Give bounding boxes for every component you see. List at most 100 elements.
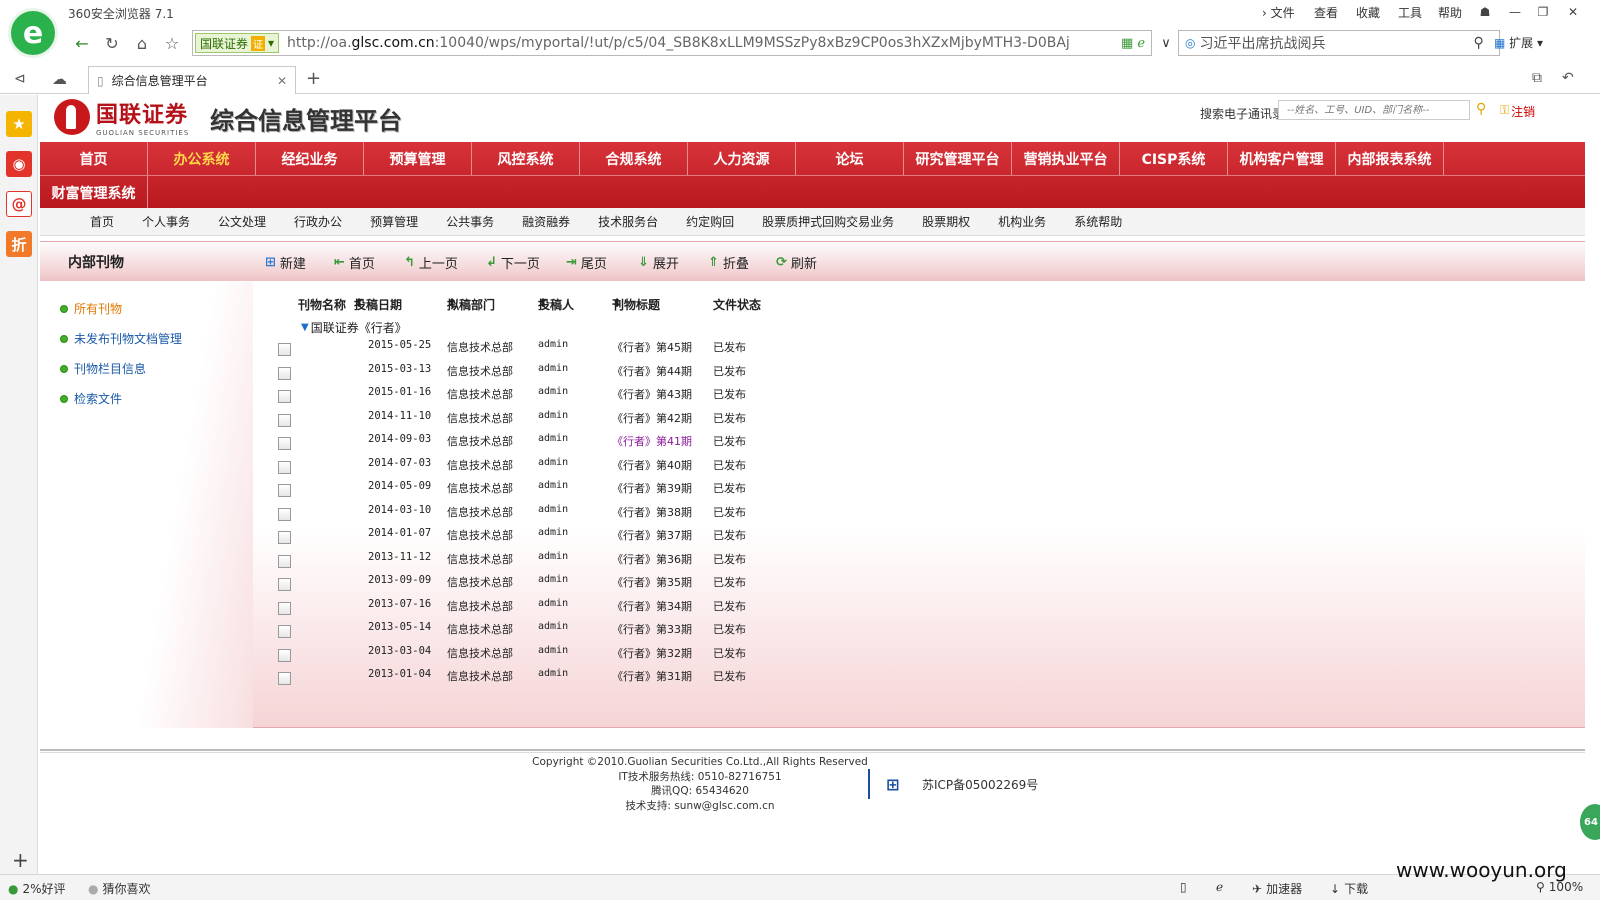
address-bar[interactable]: 国联证券证 ▾ http://oa.glsc.com.cn:10040/wps/m… (192, 30, 1152, 56)
row-title-link[interactable]: 《行者》第40期 (612, 457, 692, 473)
phone-icon[interactable]: ▯ (1180, 880, 1187, 894)
tab-list-icon[interactable]: ⧉ (1532, 70, 1542, 86)
main-nav-item[interactable]: 财富管理系统 (40, 176, 148, 209)
home-icon[interactable]: ⌂ (128, 29, 156, 57)
row-title-link[interactable]: 《行者》第34期 (612, 598, 692, 614)
weibo-icon[interactable]: ◉ (6, 151, 32, 177)
sub-nav-item[interactable]: 首页 (76, 213, 128, 230)
sub-nav-item[interactable]: 公文处理 (204, 213, 280, 230)
main-nav-item[interactable]: 机构客户管理 (1228, 142, 1336, 175)
menu-tools[interactable]: 工具 (1398, 4, 1422, 21)
row-checkbox[interactable] (278, 625, 291, 638)
qr-icon[interactable]: ▦ (1121, 36, 1133, 51)
menu-help[interactable]: 帮助 (1438, 4, 1462, 21)
row-title-link[interactable]: 《行者》第35期 (612, 574, 692, 590)
sub-nav-item[interactable]: 融资融券 (508, 213, 584, 230)
search-input[interactable] (1199, 35, 1470, 51)
sub-nav-item[interactable]: 股票质押式回购交易业务 (748, 213, 908, 230)
main-nav-item[interactable]: 人力资源 (688, 142, 796, 175)
row-title-link[interactable]: 《行者》第39期 (612, 480, 692, 496)
search-icon[interactable]: ⚲ (1473, 35, 1483, 51)
download-button[interactable]: ↓ 下载 (1330, 880, 1368, 897)
main-nav-item[interactable]: 合规系统 (580, 142, 688, 175)
row-checkbox[interactable] (278, 390, 291, 403)
row-checkbox[interactable] (278, 413, 291, 427)
sub-nav-item[interactable]: 约定购回 (672, 213, 748, 230)
back-icon[interactable]: ← (68, 29, 96, 57)
collapse-button[interactable]: ⇑ 折叠 (708, 253, 749, 272)
directory-search-input[interactable] (1278, 100, 1470, 120)
main-nav-item[interactable]: 经纪业务 (256, 142, 364, 175)
row-checkbox[interactable] (278, 484, 291, 497)
prev-page-button[interactable]: ↰ 上一页 (404, 253, 458, 272)
main-nav-item[interactable]: 办公系统 (148, 142, 256, 175)
sub-nav-item[interactable]: 技术服务台 (584, 213, 672, 230)
skin-icon[interactable]: ☗ (1472, 2, 1498, 22)
main-nav-item[interactable]: 论坛 (796, 142, 904, 175)
sub-nav-item[interactable]: 个人事务 (128, 213, 204, 230)
logout-link[interactable]: ⚿ 注销 (1500, 103, 1535, 120)
row-title-link[interactable]: 《行者》第31期 (612, 668, 692, 684)
row-title-link[interactable]: 《行者》第42期 (612, 410, 692, 426)
row-checkbox[interactable] (278, 554, 291, 568)
row-title-link[interactable]: 《行者》第38期 (612, 504, 692, 520)
expand-triangle-icon[interactable]: ▼ (301, 322, 309, 333)
row-checkbox[interactable] (278, 507, 291, 521)
row-title-link[interactable]: 《行者》第43期 (612, 386, 692, 402)
main-nav-item[interactable]: 风控系统 (472, 142, 580, 175)
tab-close-icon[interactable]: ✕ (277, 74, 287, 88)
sub-nav-item[interactable]: 机构业务 (984, 213, 1060, 230)
zoom-level[interactable]: ⚲ 100% (1536, 880, 1583, 894)
row-title-link[interactable]: 《行者》第32期 (612, 645, 692, 661)
row-checkbox[interactable] (278, 343, 291, 356)
row-title-link[interactable]: 《行者》第45期 (612, 339, 692, 355)
row-title-link[interactable]: 《行者》第41期 (612, 433, 692, 449)
row-checkbox[interactable] (278, 601, 291, 615)
reload-icon[interactable]: ↻ (98, 29, 126, 57)
new-button[interactable]: ⊞ 新建 (265, 253, 306, 272)
directory-search-icon[interactable]: ⚲ (1476, 101, 1486, 117)
sub-nav-item[interactable]: 公共事务 (432, 213, 508, 230)
guess-item[interactable]: ● 猜你喜欢 (88, 880, 151, 897)
row-title-link[interactable]: 《行者》第37期 (612, 527, 692, 543)
sub-nav-item[interactable]: 行政办公 (280, 213, 356, 230)
row-checkbox[interactable] (278, 672, 291, 685)
search-box[interactable]: ◎ ⚲ (1178, 30, 1500, 56)
next-page-button[interactable]: ↲ 下一页 (486, 253, 540, 272)
sub-nav-item[interactable]: 预算管理 (356, 213, 432, 230)
ie-mode-icon[interactable]: ℯ (1216, 880, 1223, 894)
undo-close-icon[interactable]: ↶ (1562, 70, 1574, 86)
icp-link[interactable]: 苏ICP备05002269号 (922, 776, 1038, 793)
refresh-button[interactable]: ⟳ 刷新 (776, 253, 817, 272)
main-nav-item[interactable]: 预算管理 (364, 142, 472, 175)
mail-icon[interactable]: @ (6, 191, 32, 217)
row-checkbox[interactable] (278, 531, 291, 544)
accelerator-button[interactable]: ✈ 加速器 (1252, 880, 1302, 897)
sub-nav-item[interactable]: 系统帮助 (1060, 213, 1136, 230)
row-checkbox[interactable] (278, 460, 291, 474)
add-sidebar-icon[interactable]: + (12, 848, 29, 872)
discount-icon[interactable]: 折 (6, 231, 32, 257)
main-nav-item[interactable]: 研究管理平台 (904, 142, 1012, 175)
row-checkbox[interactable] (278, 366, 291, 380)
group-row[interactable]: ▼ 国联证券《行者》 (301, 319, 407, 336)
star-icon[interactable]: ☆ (158, 29, 186, 57)
main-nav-item[interactable]: 首页 (40, 142, 148, 175)
last-page-button[interactable]: ⇥ 尾页 (566, 253, 607, 272)
minimize-button[interactable]: — (1502, 2, 1528, 22)
site-badge[interactable]: 国联证券证 ▾ (195, 33, 280, 53)
row-checkbox[interactable] (278, 437, 291, 450)
main-nav-item[interactable]: CISP系统 (1120, 142, 1228, 175)
row-title-link[interactable]: 《行者》第36期 (612, 551, 692, 567)
row-checkbox[interactable] (278, 578, 291, 591)
expand-button[interactable]: ⇓ 展开 (638, 253, 679, 272)
compat-mode-icon[interactable]: ℯ (1137, 36, 1145, 51)
row-checkbox[interactable] (278, 648, 291, 662)
new-tab-button[interactable]: + (306, 68, 321, 89)
main-nav-item[interactable]: 内部报表系统 (1336, 142, 1444, 175)
favorites-star-icon[interactable]: ★ (6, 111, 32, 137)
search-engine-icon[interactable]: ◎ (1185, 36, 1195, 50)
first-page-button[interactable]: ⇤ 首页 (334, 253, 375, 272)
maximize-button[interactable]: ❐ (1530, 2, 1556, 22)
address-dropdown-icon[interactable]: ∨ (1152, 29, 1180, 57)
